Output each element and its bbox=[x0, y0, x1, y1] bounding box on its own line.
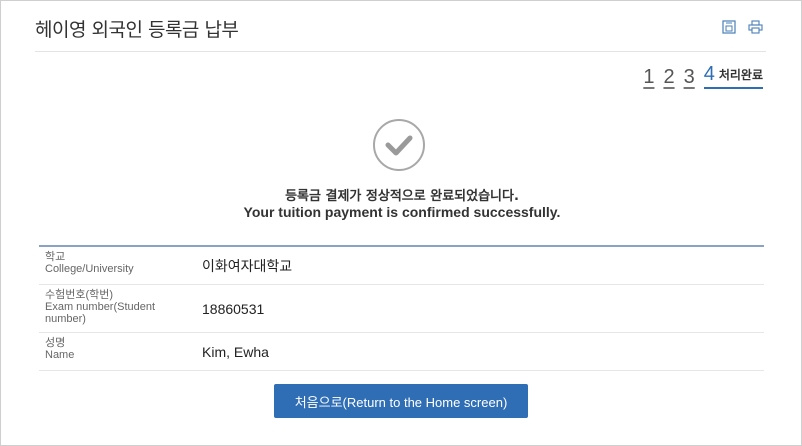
payment-info-table: 학교 College/University 이화여자대학교 수험번호(학번) E… bbox=[39, 245, 764, 371]
info-label-ko: 성명 bbox=[45, 337, 66, 349]
step-3: 3 bbox=[683, 66, 695, 88]
page-title: 헤이영 외국인 등록금 납부 bbox=[35, 19, 239, 41]
info-row-exam-number: 수험번호(학번) Exam number(Student number) 188… bbox=[39, 285, 764, 333]
title-divider bbox=[35, 51, 766, 52]
info-label-ko: 학교 bbox=[45, 251, 66, 263]
save-icon[interactable] bbox=[721, 19, 737, 35]
step-current: 4 처리완료 bbox=[703, 63, 763, 89]
payment-panel: 헤이영 외국인 등록금 납부 1 2 3 4 처리완료 등록금 결제가 정상적으… bbox=[0, 0, 802, 446]
step-indicator: 1 2 3 4 처리완료 bbox=[643, 63, 763, 89]
step-1: 1 bbox=[643, 66, 655, 88]
info-value: 이화여자대학교 bbox=[202, 257, 293, 274]
info-value: 18860531 bbox=[202, 300, 265, 317]
info-label: 학교 College/University bbox=[39, 247, 196, 284]
return-home-button[interactable]: 처음으로(Return to the Home screen) bbox=[274, 384, 528, 418]
print-icon[interactable] bbox=[747, 19, 763, 35]
success-message-en: Your tuition payment is confirmed succes… bbox=[243, 204, 561, 220]
info-label-ko: 수험번호(학번) bbox=[45, 289, 114, 301]
step-4: 4 bbox=[703, 63, 715, 85]
info-label: 수험번호(학번) Exam number(Student number) bbox=[39, 285, 196, 332]
info-label-en: Name bbox=[45, 349, 75, 361]
info-row-college: 학교 College/University 이화여자대학교 bbox=[39, 247, 764, 285]
info-row-name: 성명 Name Kim, Ewha bbox=[39, 333, 764, 371]
info-label: 성명 Name bbox=[39, 333, 196, 370]
step-current-label: 처리완료 bbox=[718, 68, 763, 82]
check-circle-icon bbox=[371, 117, 427, 173]
info-value: Kim, Ewha bbox=[202, 343, 269, 360]
toolbar bbox=[721, 19, 763, 35]
info-label-en: Exam number(Student number) bbox=[45, 301, 156, 325]
step-2: 2 bbox=[663, 66, 675, 88]
info-label-en: College/University bbox=[45, 263, 134, 275]
success-message-ko: 등록금 결제가 정상적으로 완료되었습니다. bbox=[285, 189, 519, 204]
